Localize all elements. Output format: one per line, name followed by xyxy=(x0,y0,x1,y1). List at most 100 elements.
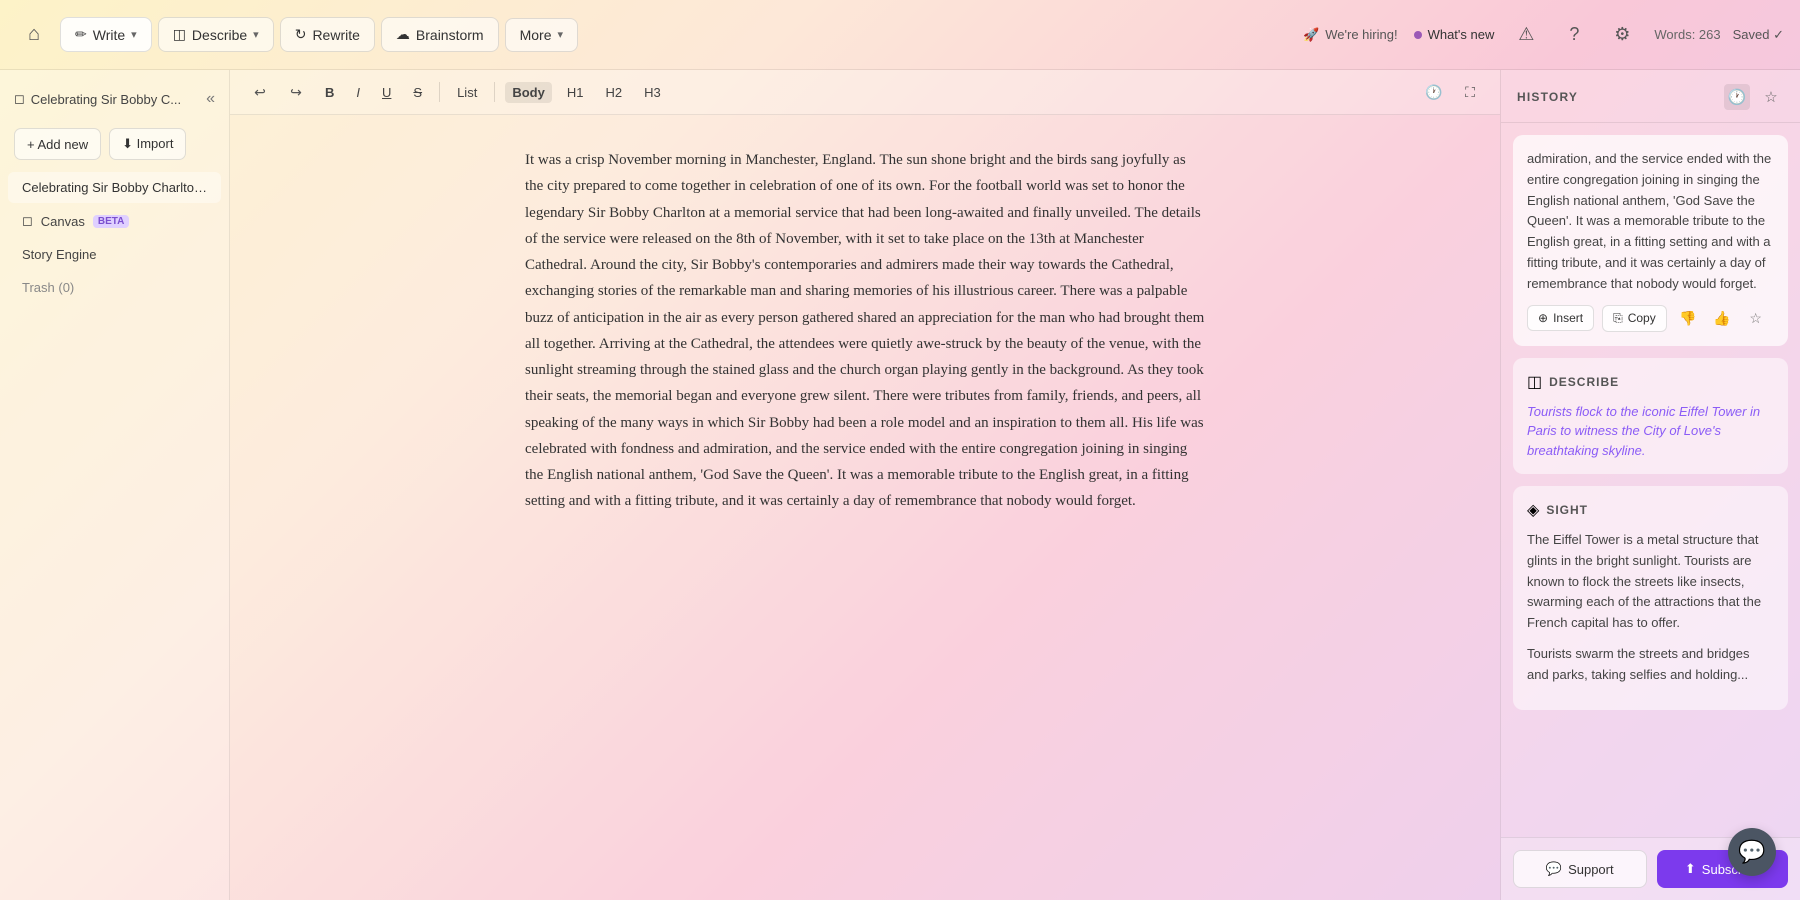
chat-bubble-button[interactable]: 💬 xyxy=(1728,828,1776,876)
nav-buttons: ✏ Write ▾ ◫ Describe ▾ ↻ Rewrite ☁ Brain… xyxy=(60,17,1295,52)
undo-button[interactable]: ↩ xyxy=(246,78,274,106)
h1-button[interactable]: H1 xyxy=(560,82,591,103)
sidebar-item-celebrating[interactable]: Celebrating Sir Bobby Charlton's L... xyxy=(8,172,221,203)
top-navigation: ⌂ ✏ Write ▾ ◫ Describe ▾ ↻ Rewrite ☁ Bra… xyxy=(0,0,1800,70)
sight-icon: ◈ xyxy=(1527,500,1539,520)
brainstorm-label: Brainstorm xyxy=(416,27,484,43)
sidebar: ◻ Celebrating Sir Bobby C... « + Add new… xyxy=(0,70,230,900)
support-icon: 💬 xyxy=(1546,861,1562,877)
insert-icon: ⊕ xyxy=(1538,311,1548,325)
words-label: Words: 263 xyxy=(1654,27,1720,42)
write-label: Write xyxy=(93,27,125,43)
history-icon-button[interactable]: 🕐 xyxy=(1420,78,1448,106)
describe-chevron-icon: ▾ xyxy=(253,28,259,41)
insert-label: Insert xyxy=(1553,311,1583,325)
alert-button[interactable]: ⚠ xyxy=(1510,19,1542,51)
toolbar-separator xyxy=(439,82,440,102)
bookmark-button[interactable]: ☆ xyxy=(1743,305,1769,331)
sidebar-doc-title: ◻ Celebrating Sir Bobby C... xyxy=(14,91,181,107)
home-button[interactable]: ⌂ xyxy=(16,17,52,53)
more-button[interactable]: More ▾ xyxy=(505,18,578,52)
toolbar-expand: 🕐 ⛶ xyxy=(1420,78,1484,106)
support-button[interactable]: 💬 Support xyxy=(1513,850,1647,888)
list-button[interactable]: List xyxy=(450,82,484,103)
h3-button[interactable]: H3 xyxy=(637,82,668,103)
right-panel: HISTORY 🕐 ☆ admiration, and the service … xyxy=(1500,70,1800,900)
add-new-button[interactable]: + Add new xyxy=(14,128,101,160)
editor-text[interactable]: It was a crisp November morning in Manch… xyxy=(525,147,1205,515)
notification-dot xyxy=(1414,31,1422,39)
settings-button[interactable]: ⚙ xyxy=(1606,19,1638,51)
sidebar-doc-item-label: Celebrating Sir Bobby Charlton's L... xyxy=(22,180,221,195)
editor-content[interactable]: It was a crisp November morning in Manch… xyxy=(230,115,1500,900)
history-star-button[interactable]: ☆ xyxy=(1758,84,1784,110)
help-button[interactable]: ? xyxy=(1558,19,1590,51)
history-icons: 🕐 ☆ xyxy=(1724,84,1784,110)
write-chevron-icon: ▾ xyxy=(131,28,137,41)
describe-label: Describe xyxy=(192,27,247,43)
import-button[interactable]: ⬇ Import xyxy=(109,128,186,160)
more-label: More xyxy=(520,27,552,43)
import-label: ⬇ Import xyxy=(122,136,173,152)
nav-right: 🚀 We're hiring! What's new ⚠ ? ⚙ Words: … xyxy=(1303,19,1784,51)
right-panel-scroll[interactable]: admiration, and the service ended with t… xyxy=(1501,123,1800,837)
editor-area: ↩ ↪ B I U S List Body H1 H2 H3 🕐 ⛶ It wa… xyxy=(230,70,1500,900)
sight-text-1: The Eiffel Tower is a metal structure th… xyxy=(1527,530,1774,634)
redo-button[interactable]: ↪ xyxy=(282,78,310,106)
whats-new-button[interactable]: What's new xyxy=(1414,27,1495,42)
history-title: HISTORY xyxy=(1517,90,1578,104)
history-clock-button[interactable]: 🕐 xyxy=(1724,84,1750,110)
thumbs-down-button[interactable]: 👎 xyxy=(1675,305,1701,331)
history-header: HISTORY 🕐 ☆ xyxy=(1501,70,1800,123)
rewrite-button[interactable]: ↻ Rewrite xyxy=(280,17,375,52)
underline-button[interactable]: U xyxy=(375,82,398,103)
toolbar-separator-2 xyxy=(494,82,495,102)
body-format-button[interactable]: Body xyxy=(505,82,552,103)
sight-section: ◈ SIGHT The Eiffel Tower is a metal stru… xyxy=(1513,486,1788,710)
canvas-icon: ◻ xyxy=(22,213,33,229)
sidebar-header: ◻ Celebrating Sir Bobby C... « xyxy=(0,82,229,116)
canvas-label: Canvas xyxy=(41,214,85,229)
history-card-actions: ⊕ Insert ⎘ Copy 👎 👍 ☆ xyxy=(1527,305,1774,332)
more-chevron-icon: ▾ xyxy=(558,28,564,41)
copy-button[interactable]: ⎘ Copy xyxy=(1602,305,1667,332)
write-button[interactable]: ✏ Write ▾ xyxy=(60,17,152,52)
story-engine-label: Story Engine xyxy=(22,247,96,262)
sight-text-2: Tourists swarm the streets and bridges a… xyxy=(1527,644,1774,686)
bold-button[interactable]: B xyxy=(318,82,341,103)
sidebar-item-story-engine[interactable]: Story Engine xyxy=(8,239,221,270)
subscribe-icon: ⬆ xyxy=(1685,861,1696,877)
write-pen-icon: ✏ xyxy=(75,26,87,43)
support-label: Support xyxy=(1568,862,1614,877)
insert-button[interactable]: ⊕ Insert xyxy=(1527,305,1594,331)
editor-toolbar: ↩ ↪ B I U S List Body H1 H2 H3 🕐 ⛶ xyxy=(230,70,1500,115)
sidebar-item-trash[interactable]: Trash (0) xyxy=(8,272,221,303)
describe-icon: ◫ xyxy=(173,26,186,43)
add-new-label: + Add new xyxy=(27,137,88,152)
sidebar-collapse-button[interactable]: « xyxy=(206,90,215,108)
describe-section-label: DESCRIBE xyxy=(1549,375,1619,389)
expand-icon-button[interactable]: ⛶ xyxy=(1456,78,1484,106)
describe-prompt-text: Tourists flock to the iconic Eiffel Towe… xyxy=(1527,402,1774,461)
sidebar-actions: + Add new ⬇ Import xyxy=(0,124,229,172)
copy-label: Copy xyxy=(1628,311,1656,325)
describe-button[interactable]: ◫ Describe ▾ xyxy=(158,17,274,52)
document-icon: ◻ xyxy=(14,91,25,107)
thumbs-up-button[interactable]: 👍 xyxy=(1709,305,1735,331)
describe-header: ◫ DESCRIBE xyxy=(1527,372,1774,392)
brainstorm-button[interactable]: ☁ Brainstorm xyxy=(381,17,499,52)
copy-icon: ⎘ xyxy=(1613,311,1623,326)
saved-label: Saved ✓ xyxy=(1733,27,1784,43)
describe-section-icon: ◫ xyxy=(1527,372,1542,392)
h2-button[interactable]: H2 xyxy=(598,82,629,103)
strikethrough-button[interactable]: S xyxy=(406,82,429,103)
main-layout: ◻ Celebrating Sir Bobby C... « + Add new… xyxy=(0,70,1800,900)
words-count: Words: 263 Saved ✓ xyxy=(1654,27,1784,43)
hiring-button[interactable]: 🚀 We're hiring! xyxy=(1303,27,1398,43)
italic-button[interactable]: I xyxy=(349,82,367,103)
sight-header: ◈ SIGHT xyxy=(1527,500,1774,520)
beta-badge: BETA xyxy=(93,215,129,228)
chat-icon: 💬 xyxy=(1738,839,1765,865)
sidebar-item-canvas[interactable]: ◻ Canvas BETA xyxy=(8,205,221,237)
history-card-text: admiration, and the service ended with t… xyxy=(1527,149,1774,295)
